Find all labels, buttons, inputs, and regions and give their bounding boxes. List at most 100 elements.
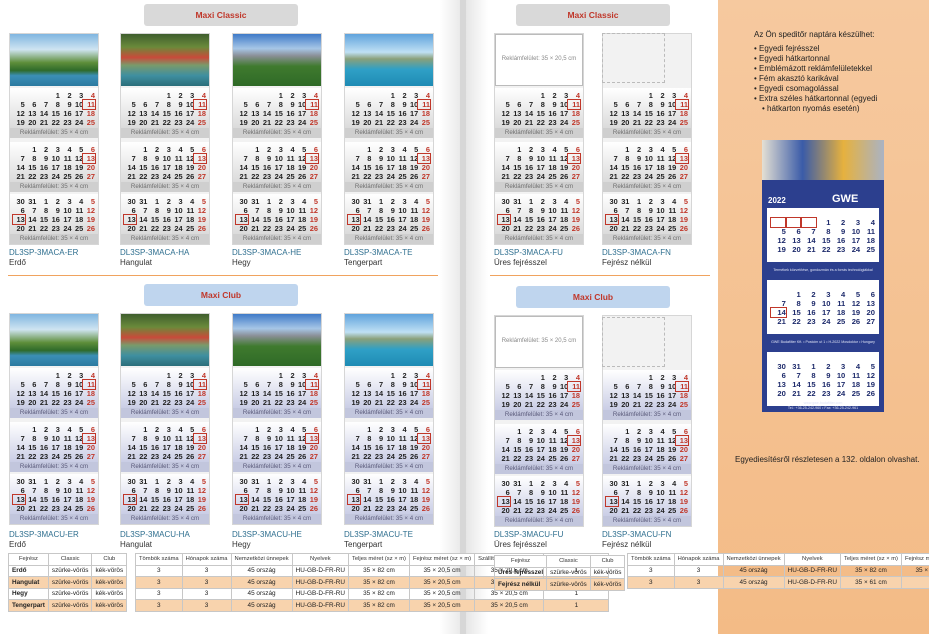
day-cell: 30	[127, 477, 136, 486]
calendar-photo	[10, 34, 98, 86]
day-cell: 21	[621, 506, 630, 515]
day-cell: 12	[421, 206, 430, 215]
day-cell: 4	[190, 197, 195, 206]
month-grid: 30 31 1 2 3 4 5 6 7 8 9 10 11 12 13 14 15 16 17 18 19 20 21 22 2…	[123, 477, 206, 522]
day-cell: 13	[139, 389, 148, 398]
day-cell: 17	[398, 495, 407, 504]
day-cell: 16	[63, 109, 72, 118]
day-cell: 20	[777, 389, 786, 398]
day-cell: 20	[139, 118, 148, 127]
day-cell: 2	[552, 373, 557, 382]
month-grid: 1 2 3 4 5 6 7 8 9 10 11 12 13 14 15 16 17 18 19 20 21 22 23 24 2…	[606, 91, 689, 136]
day-cell: 4	[564, 197, 569, 206]
day-cell: 10	[75, 100, 84, 109]
day-cell: 11	[656, 436, 665, 445]
day-cell: 9	[178, 380, 183, 389]
day-cell: 11	[837, 299, 846, 308]
ad-strip: Reklámfelület: 35 × 4 cm	[10, 514, 98, 524]
table-cell: Fejrész nélkül	[493, 578, 548, 591]
day-cell: 8	[811, 371, 816, 380]
day-cell: 6	[517, 100, 522, 109]
day-cell: 24	[174, 504, 183, 513]
day-cell: 15	[536, 391, 545, 400]
day-cell: 3	[190, 371, 195, 380]
day-cell: 21	[139, 224, 148, 233]
month-block: 30 31 1 2 3 4 5 6 7 8 9 10 11 12 13 14 15 16 17 18 19 20 21 22 2…	[233, 194, 321, 242]
day-cell	[36, 91, 48, 100]
day-cell: 22	[139, 452, 148, 461]
day-cell: 3	[552, 197, 557, 206]
day-cell: 11	[548, 436, 557, 445]
day-cell: 4	[313, 91, 318, 100]
day-cell: 11	[668, 488, 677, 497]
day-cell: 25	[668, 224, 677, 233]
calendar-photo	[121, 314, 209, 366]
day-cell: 1	[529, 197, 534, 206]
product-name: Hangulat	[120, 258, 153, 267]
day-cell: 12	[410, 434, 419, 443]
day-cell	[371, 371, 383, 380]
day-cell: 18	[421, 109, 430, 118]
day-cell: 8	[390, 100, 395, 109]
day-cell: 23	[644, 224, 653, 233]
day-cell: 19	[571, 215, 580, 224]
day-cell: 8	[637, 206, 642, 215]
day-cell: 25	[571, 400, 580, 409]
day-cell: 13	[12, 214, 26, 225]
product-code: DL3SP-3MACA-ER	[9, 248, 79, 257]
day-cell: 1	[517, 145, 522, 154]
day-cell: 10	[836, 371, 846, 380]
day-cell: 23	[656, 118, 665, 127]
month-block: 30 31 1 2 3 4 5 6 7 8 9 10 11 12 13 14 15 16 17 18 19 20 21 22 2…	[495, 194, 583, 242]
day-cell: 7	[143, 206, 148, 215]
day-cell: 6	[796, 227, 801, 236]
day-cell: 5	[201, 477, 206, 486]
day-cell: 9	[67, 380, 72, 389]
table-header-cell: Fejrész méret (sz × m)	[900, 553, 929, 566]
day-cell: 17	[298, 389, 307, 398]
day-cell: 13	[123, 494, 137, 505]
day-cell	[25, 91, 37, 100]
day-cell: 6	[90, 425, 95, 434]
day-cell	[618, 373, 630, 382]
no-header-placeholder	[602, 317, 665, 367]
table-row: Tengerpart szürke-vörös kék-vörös	[8, 599, 128, 612]
day-cell: 25	[63, 172, 72, 181]
day-cell: 12	[421, 486, 430, 495]
month-grid: 30 31 1 2 3 4 5 6 7 8 9 10 11 12 13 14 15 16 17 18 19 20 21 22 2…	[497, 479, 580, 524]
day-cell: 12	[239, 109, 248, 118]
day-cell: 4	[575, 91, 580, 100]
day-cell: 26	[309, 224, 318, 233]
day-cell: 2	[826, 362, 831, 371]
day-cell: 16	[524, 163, 534, 172]
day-cell: 24	[410, 118, 419, 127]
day-cell: 21	[632, 400, 642, 409]
day-cell: 8	[278, 100, 283, 109]
day-cell: 25	[197, 398, 206, 407]
day-cell: 26	[197, 224, 206, 233]
sample-month: 1 2 3 4 5 6 7 8 9 10 11 12 13 14 15 16 17 18 19 20 21 22 23 24 2…	[767, 280, 879, 334]
day-cell	[147, 371, 159, 380]
day-cell: 7	[625, 206, 630, 215]
month-block: 1 2 3 4 5 6 7 8 9 10 11 12 13 14 15 16 17 18 19 20 21 22 23 24 2…	[233, 142, 321, 190]
month-grid: 1 2 3 4 5 6 7 8 9 10 11 12 13 14 15 16 17 18 19 20 21 22 23 24 2…	[236, 145, 319, 190]
month-grid: 1 2 3 4 5 6 7 8 9 10 11 12 13 14 15 16 17 18 19 20 21 22 23 24 2…	[348, 91, 431, 136]
day-cell: 21	[501, 172, 510, 181]
day-cell: 16	[150, 443, 160, 452]
table-cell: kék-vörös	[91, 576, 128, 589]
day-cell: 21	[127, 172, 136, 181]
ad-strip: Reklámfelület: 35 × 4 cm	[495, 128, 583, 138]
offer-item: Fém akasztó karikával	[754, 74, 877, 84]
day-cell: 25	[309, 118, 318, 127]
month-block: 1 2 3 4 5 6 7 8 9 10 11 12 13 14 15 16 17 18 19 20 21 22 23 24 2…	[121, 422, 209, 470]
day-cell: 12	[668, 436, 677, 445]
day-cell: 14	[513, 497, 522, 506]
day-cell: 13	[28, 389, 37, 398]
day-cell: 20	[28, 398, 37, 407]
day-cell: 20	[421, 163, 430, 172]
day-cell: 25	[286, 452, 295, 461]
day-cell: 15	[28, 443, 37, 452]
day-cell: 18	[298, 215, 307, 224]
day-cell: 26	[560, 454, 569, 463]
day-cell: 10	[286, 486, 295, 495]
